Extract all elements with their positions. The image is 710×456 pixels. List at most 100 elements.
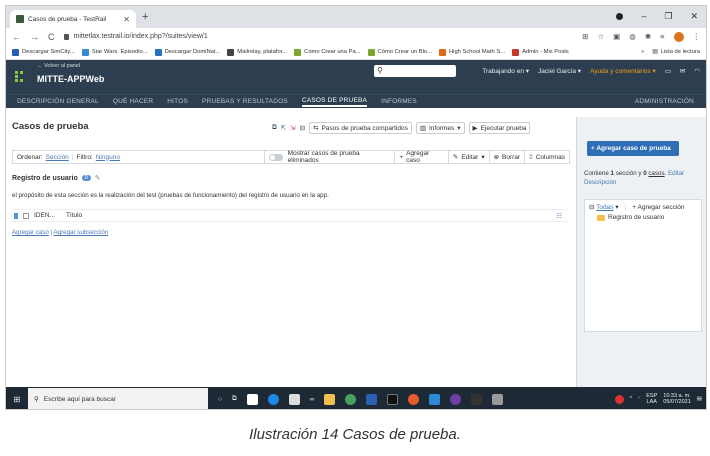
media-icon[interactable]: ≡ <box>660 32 664 41</box>
chevron-up-icon[interactable]: ^ <box>630 396 633 402</box>
menu-icon[interactable]: ⋮ <box>693 32 701 41</box>
restore-icon[interactable]: ❐ <box>664 11 672 22</box>
star-icon[interactable]: ☆ <box>597 32 604 41</box>
column-id[interactable]: IDEN... <box>34 212 55 219</box>
explorer-icon[interactable] <box>324 393 336 405</box>
shared-steps-button[interactable]: ⇆ Pasos de prueba compartidos <box>309 122 412 134</box>
reload-icon[interactable]: C <box>48 32 55 42</box>
tree-filter[interactable]: ⊟ Todas ▾ <box>589 203 619 211</box>
nav-todo[interactable]: QUÉ HACER <box>113 98 153 105</box>
extension-icon[interactable]: ▣ <box>613 32 620 41</box>
help-dropdown[interactable]: Ayuda y comentarios ▾ <box>590 67 656 75</box>
forward-arrow-icon[interactable]: → <box>30 32 39 42</box>
drag-handle-icon[interactable] <box>14 212 18 219</box>
store-icon[interactable] <box>288 393 300 405</box>
bookmark-item[interactable]: Cómo Crear una Pa... <box>294 48 361 56</box>
user-dropdown[interactable]: Jaciel García ▾ <box>538 67 581 75</box>
feedback-icon[interactable]: ✉ <box>680 67 685 75</box>
sort-control[interactable]: Ordenar: Sección | Filtro: Ninguno <box>13 151 124 163</box>
back-to-dashboard-link[interactable]: ← Volver al panel <box>37 63 80 69</box>
language-indicator[interactable]: ESP LAA <box>646 393 657 405</box>
url-field[interactable]: mittetlax.testrail.io/index.php?/suites/… <box>63 30 574 43</box>
network-icon[interactable]: ◜ <box>638 396 640 402</box>
nav-test-cases[interactable]: CASOS DE PRUEBA <box>301 97 368 107</box>
notifications-icon[interactable]: ▤ <box>697 396 702 402</box>
delete-button[interactable]: ⊗ Borrar <box>488 151 525 163</box>
print-icon[interactable]: ⊟ <box>300 124 305 132</box>
bookmark-item[interactable]: Admin - Mis Posts <box>512 48 569 56</box>
bookmark-item[interactable]: Descargar SimCity... <box>12 48 75 56</box>
copy-icon[interactable]: ⧉ <box>272 124 277 132</box>
vpn-icon[interactable]: ◍ <box>629 32 636 41</box>
select-all-checkbox[interactable] <box>23 212 29 219</box>
reading-list[interactable]: ▤ Lista de lectura <box>652 49 700 55</box>
add-subsection-link[interactable]: Agregar subsección <box>54 229 109 236</box>
close-window-icon[interactable]: ✕ <box>690 11 698 22</box>
bookmark-item[interactable]: High School Math S... <box>438 48 505 56</box>
add-section-button[interactable]: + Agregar sección <box>632 204 684 211</box>
export-icon[interactable]: ⇱ <box>281 124 286 132</box>
record-icon[interactable] <box>616 13 624 20</box>
more-bookmarks-icon[interactable]: » <box>641 49 644 55</box>
taskbar-search[interactable]: ⚲ Escribe aquí para buscar <box>28 388 208 409</box>
nav-tests-results[interactable]: PRUEBAS Y RESULTADOS <box>202 98 288 105</box>
bookmark-item[interactable]: Star Wars. Episodio... <box>81 48 148 56</box>
chat-icon[interactable]: ▭ <box>665 67 671 75</box>
show-deleted-toggle[interactable]: Mostrar casos de prueba eliminados <box>263 150 394 164</box>
new-tab-icon[interactable]: + <box>142 11 148 23</box>
powershell-icon[interactable] <box>471 393 483 405</box>
notification-app-icon[interactable] <box>614 394 624 404</box>
terminal-icon[interactable] <box>387 393 399 405</box>
app2-icon[interactable] <box>492 393 504 405</box>
run-tests-button[interactable]: ▶ Ejecutar prueba <box>468 122 531 134</box>
minimize-icon[interactable]: – <box>641 11 646 22</box>
columns-button[interactable]: ⁞⁞ Columnas <box>524 151 569 163</box>
infinity-icon[interactable]: ∞ <box>310 396 315 403</box>
add-case-link[interactable]: Agregar caso <box>12 229 49 236</box>
bookmark-item[interactable]: Mailrelay, platafor... <box>227 48 287 56</box>
github-icon[interactable] <box>450 393 462 405</box>
plus-icon: + <box>399 153 404 161</box>
bookmark-item[interactable]: Descargar DomiNat... <box>154 48 220 56</box>
cortana-icon[interactable]: ○ <box>218 396 222 403</box>
edit-section-icon[interactable]: ✎ <box>95 174 101 182</box>
delete-icon: ⊗ <box>493 154 500 161</box>
translate-icon[interactable]: ⊞ <box>582 32 588 41</box>
clock[interactable]: 10:33 a. m. 05/07/2021 <box>663 393 691 405</box>
word-icon[interactable] <box>366 393 378 405</box>
edge-icon[interactable] <box>267 393 279 405</box>
app-icon[interactable] <box>345 393 357 405</box>
nav-overview[interactable]: DESCRIPCIÓN GENERAL <box>17 98 99 105</box>
avatar[interactable] <box>673 31 684 42</box>
system-tray: ^ ◜ ESP LAA 10:33 a. m. 05/07/2021 ▤ <box>614 393 706 405</box>
bookmark-item[interactable]: Cómo Crear un Blo... <box>367 48 432 56</box>
cases-grid-header: IDEN... Título ☷ <box>12 209 570 222</box>
reports-button[interactable]: ▥ Informes ▾ <box>415 122 465 134</box>
add-case-button[interactable]: + Agregar caso <box>394 150 448 164</box>
close-tab-icon[interactable]: ✕ <box>123 15 130 24</box>
nav-reports[interactable]: INFORMES <box>381 98 417 105</box>
bookmark-icon <box>438 48 446 56</box>
filter-link[interactable]: Ninguno <box>96 154 120 161</box>
chrome-icon[interactable] <box>408 393 420 405</box>
column-title[interactable]: Título <box>66 212 82 219</box>
rss-icon[interactable]: ◠ <box>694 67 700 75</box>
search-input[interactable]: ⚲ <box>374 65 456 77</box>
puzzle-icon[interactable]: ✱ <box>645 32 651 41</box>
dropbox-icon[interactable] <box>246 393 258 405</box>
edit-button[interactable]: ✎ Editar ▾ <box>447 151 489 163</box>
windows-start-icon[interactable]: ⊞ <box>6 395 28 404</box>
column-settings-icon[interactable]: ☷ <box>556 212 562 220</box>
browser-tab[interactable]: Casos de prueba - TestRail ✕ <box>10 10 136 28</box>
nav-milestones[interactable]: HITOS <box>167 98 188 105</box>
sort-link[interactable]: Sección <box>46 154 69 161</box>
nav-administration[interactable]: ADMINISTRACIÓN <box>635 98 694 105</box>
working-on-dropdown[interactable]: Trabajando en ▾ <box>482 67 529 75</box>
add-test-case-button[interactable]: + Agregar caso de prueba <box>587 141 679 156</box>
tree-item[interactable]: Registro de usuario <box>585 214 701 221</box>
import-icon[interactable]: ⇲ <box>290 124 295 132</box>
vscode-icon[interactable] <box>429 393 441 405</box>
toggle-switch[interactable] <box>268 153 283 161</box>
back-arrow-icon[interactable]: ← <box>12 32 21 42</box>
task-view-icon[interactable]: ⧉ <box>232 395 237 403</box>
